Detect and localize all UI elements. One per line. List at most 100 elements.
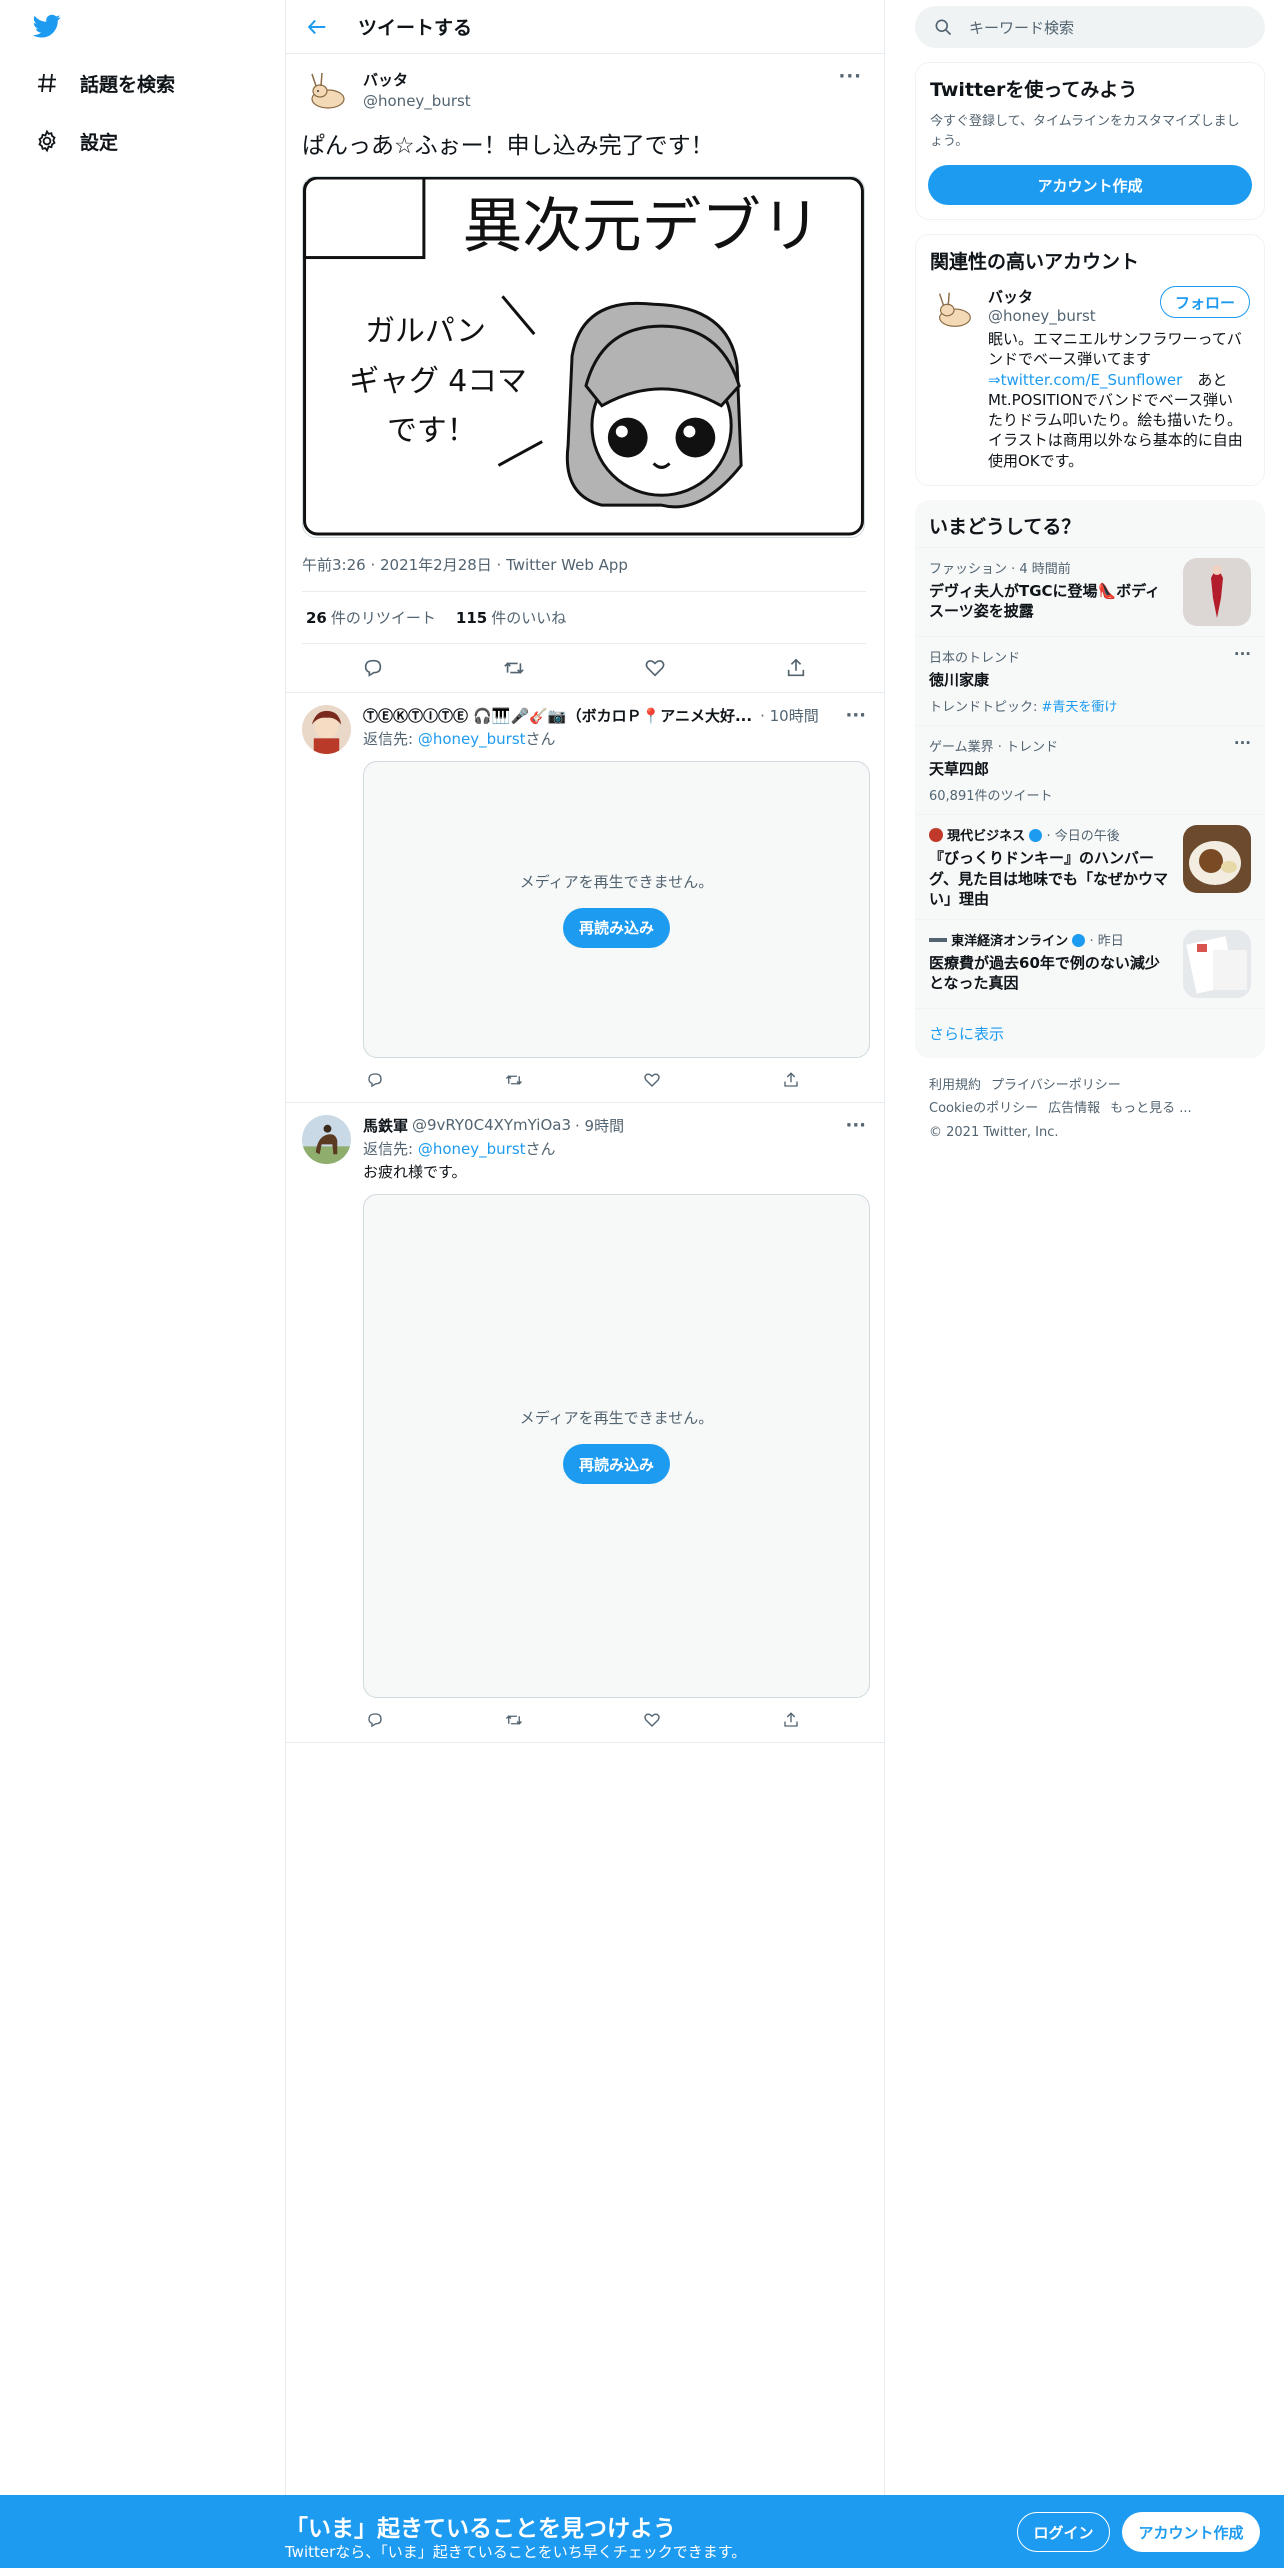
reply-tweet[interactable]: ⓉⒺⓀⓉⒾⓉⒺ 🎧🎹🎤🎸📷（ボカロＰ📍アニメ大好... · 10時間 返信先: …	[286, 693, 884, 1103]
reply-to-line: 返信先: @honey_burstさん	[363, 728, 870, 749]
retweet-stat[interactable]: 26 件のリツイート	[306, 607, 436, 628]
retweet-icon[interactable]	[502, 1708, 526, 1732]
reply-icon[interactable]	[363, 1708, 387, 1732]
bottom-signup-bar: 「いま」起きていることを見つけよう Twitterなら、「いま」起きていることを…	[0, 2495, 1284, 2568]
retweet-icon[interactable]	[502, 656, 526, 680]
avatar[interactable]	[302, 1114, 351, 1164]
news-source-name: 現代ビジネス	[947, 829, 1026, 845]
avatar[interactable]	[302, 704, 351, 754]
show-more-link[interactable]: さらに表示	[915, 1008, 1265, 1058]
reply-author-name[interactable]: 馬鉄軍	[363, 1115, 408, 1136]
tweet-stats: 26 件のリツイート 115 件のいいね	[302, 592, 866, 644]
more-options-icon[interactable]: ···	[845, 705, 866, 726]
search-icon	[933, 17, 953, 37]
trends-title: いまどうしてる？	[929, 515, 1081, 538]
share-icon[interactable]	[784, 656, 808, 680]
copyright: © 2021 Twitter, Inc.	[929, 1124, 1059, 1140]
gear-icon	[34, 128, 60, 154]
reload-button[interactable]: 再読み込み	[562, 1444, 670, 1485]
related-card-title: 関連性の高いアカウント	[930, 251, 1140, 273]
tweet-actions	[302, 644, 866, 692]
news-source-icon	[929, 938, 947, 942]
share-icon[interactable]	[779, 1068, 803, 1092]
trend-thumbnail	[1183, 930, 1251, 998]
verified-badge-icon	[1029, 829, 1043, 843]
reply-icon[interactable]	[361, 656, 385, 680]
tweet-timestamp[interactable]: 午前3:26 · 2021年2月28日 · Twitter Web App	[302, 554, 866, 592]
like-count: 115	[455, 608, 488, 627]
more-options-icon[interactable]: ···	[838, 66, 862, 87]
avatar[interactable]	[302, 66, 352, 116]
footer-link[interactable]: もっと見る ...	[1110, 1101, 1192, 1116]
author-name[interactable]: バッタ	[363, 69, 471, 90]
trend-item[interactable]: ファッション · 4 時間前 デヴィ夫人がTGCに登場👠ボディスーツ姿を披露	[915, 546, 1265, 636]
trend-title: 徳川家康	[929, 670, 990, 689]
reply-tweet[interactable]: 馬鉄軍 @9vRY0C4XYmYiOa3 · 9時間 返信先: @honey_b…	[286, 1103, 884, 1743]
verified-badge-icon	[1072, 934, 1086, 947]
reply-to-line: 返信先: @honey_burstさん	[363, 1138, 870, 1159]
media-placeholder: メディアを再生できません。 再読み込み	[363, 1193, 870, 1698]
like-icon[interactable]	[643, 656, 667, 680]
reply-actions	[363, 1698, 803, 1742]
trend-tweet-count: 60,891件のツイート	[929, 789, 1053, 805]
nav-explore[interactable]: 話題を検索	[34, 63, 175, 103]
like-stat[interactable]: 115 件のいいね	[456, 607, 566, 628]
reply-time[interactable]: · 10時間	[760, 705, 819, 726]
news-source-name: 東洋経済オンライン	[951, 934, 1069, 949]
trend-subtext: トレンドトピック: #青天を衝け	[929, 696, 1251, 715]
reply-to-suffix: さん	[525, 1139, 556, 1158]
related-account-bio: 眠い。エマニエルサンフラワーってバンドでベース弾いてます ⇒twitter.com…	[988, 329, 1246, 471]
nav-settings[interactable]: 設定	[34, 121, 118, 161]
more-options-icon[interactable]: ···	[845, 1115, 866, 1136]
reply-author-name[interactable]: ⓉⒺⓀⓉⒾⓉⒺ 🎧🎹🎤🎸📷（ボカロＰ📍アニメ大好...	[363, 705, 752, 726]
footer-link[interactable]: プライバシーポリシー	[991, 1078, 1121, 1093]
related-accounts-card: 関連性の高いアカウント バッタ @honey_burst 眠い。エマニエルサンフ…	[915, 234, 1265, 486]
more-options-icon[interactable]: ···	[1234, 734, 1251, 752]
reload-button[interactable]: 再読み込み	[562, 907, 670, 948]
reply-to-suffix: さん	[525, 729, 556, 748]
trend-item[interactable]: 東洋経済オンライン · 昨日 医療費が過去60年で例のない減少となった真因	[915, 919, 1265, 1008]
retweet-count: 26	[306, 608, 327, 627]
reply-to-handle[interactable]: @honey_burst	[418, 730, 526, 748]
like-label: 件のいいね	[491, 608, 567, 627]
trend-hashtag-link[interactable]: #青天を衝け	[1042, 700, 1118, 715]
create-account-button[interactable]: アカウント作成	[928, 165, 1252, 205]
trend-meta: 東洋経済オンライン · 昨日	[929, 930, 1173, 949]
page-title: ツイートする	[358, 17, 473, 39]
reply-to-handle[interactable]: @honey_burst	[418, 1140, 526, 1158]
reply-time[interactable]: · 9時間	[575, 1115, 624, 1136]
trends-card: いまどうしてる？ ファッション · 4 時間前 デヴィ夫人がTGCに登場👠ボディ…	[915, 499, 1265, 1058]
signup-card: Twitterを使ってみよう 今すぐ登録して、タイムラインをカスタマイズしましょ…	[915, 62, 1265, 220]
search-input[interactable]: キーワード検索	[969, 17, 1074, 38]
trend-title: 天草四郎	[929, 760, 990, 778]
signup-button[interactable]: アカウント作成	[1122, 2512, 1260, 2552]
reply-icon[interactable]	[363, 1068, 387, 1092]
more-options-icon[interactable]: ···	[1234, 645, 1251, 663]
footer-link[interactable]: 広告情報	[1048, 1101, 1100, 1116]
bio-link[interactable]: ⇒twitter.com/E_Sunflower	[988, 371, 1182, 389]
trend-item[interactable]: 日本のトレンド 徳川家康 トレンドトピック: #青天を衝け ···	[915, 635, 1265, 725]
retweet-icon[interactable]	[502, 1068, 526, 1092]
like-icon[interactable]	[640, 1068, 664, 1092]
author-handle[interactable]: @honey_burst	[363, 92, 471, 110]
tweet-image[interactable]: 異次元デブリ ガルパン ギャグ 4コマ です！	[302, 175, 865, 538]
footer-link[interactable]: 利用規約	[929, 1078, 981, 1093]
login-button[interactable]: ログイン	[1017, 2512, 1110, 2552]
main-column: ツイートする バッタ @honey_burst ··· ぱんっあ☆ふぉー！申し込…	[285, 0, 885, 2495]
search-bar[interactable]: キーワード検索	[915, 6, 1265, 48]
trend-item[interactable]: 現代ビジネス · 今日の午後 『びっくりドンキー』のハンバーグ、見た目は地味でも…	[915, 814, 1265, 919]
follow-button[interactable]: フォロー	[1159, 286, 1250, 318]
share-icon[interactable]	[779, 1708, 803, 1732]
related-account[interactable]: バッタ @honey_burst 眠い。エマニエルサンフラワーってバンドでベース…	[916, 274, 1264, 485]
trend-item[interactable]: ゲーム業界 · トレンド 天草四郎 60,891件のツイート ···	[915, 725, 1265, 814]
footer-link[interactable]: Cookieのポリシー	[929, 1101, 1038, 1116]
bottom-bar-title: 「いま」起きていることを見つけよう	[285, 2516, 676, 2542]
twitter-logo-icon[interactable]	[30, 12, 64, 40]
avatar[interactable]	[930, 286, 978, 334]
like-icon[interactable]	[640, 1708, 664, 1732]
tweet-author: バッタ @honey_burst ···	[302, 66, 866, 120]
reply-author-handle[interactable]: @9vRY0C4XYmYiOa3	[412, 1116, 571, 1134]
hashtag-icon	[34, 70, 60, 96]
back-arrow-icon[interactable]	[306, 15, 330, 39]
trend-meta: 現代ビジネス · 今日の午後	[929, 825, 1173, 844]
